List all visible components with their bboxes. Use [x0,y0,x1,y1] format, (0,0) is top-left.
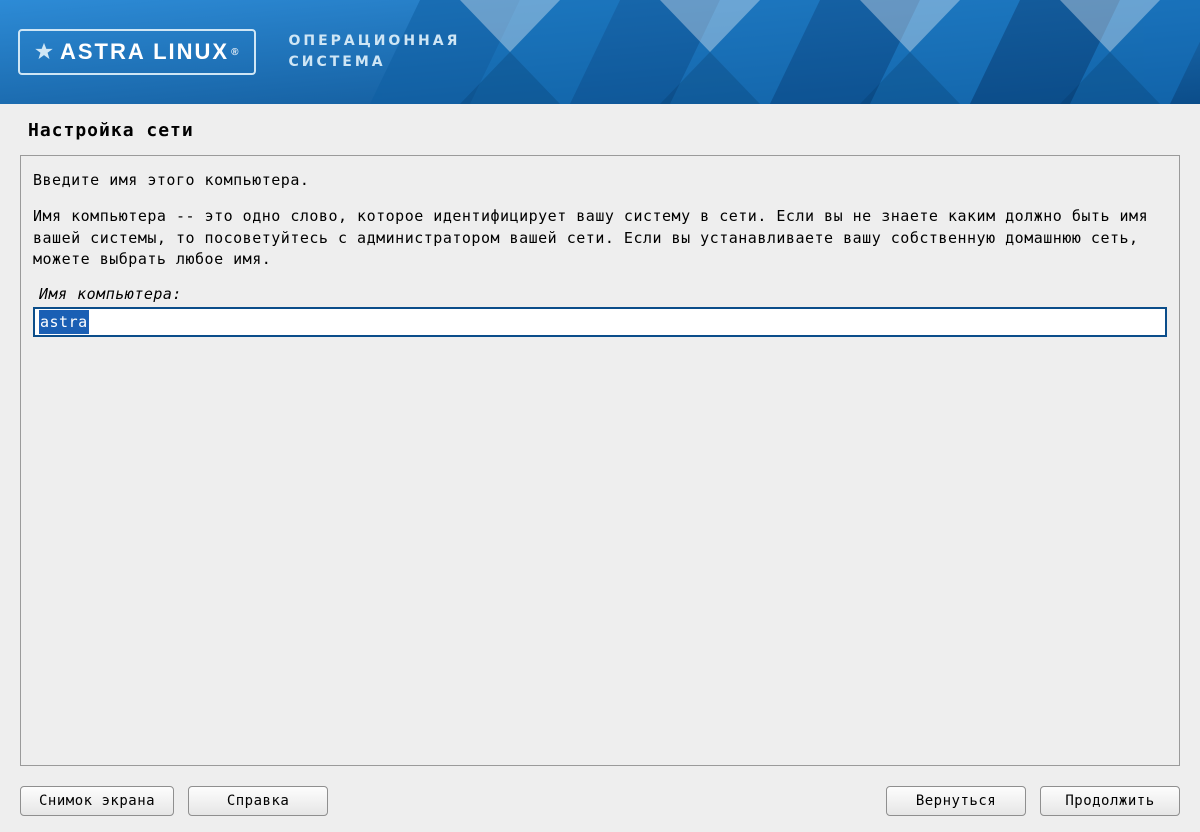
help-text: Имя компьютера -- это одно слово, которо… [33,206,1167,271]
hostname-input[interactable]: astra [33,307,1167,337]
subtitle-line-1: ОПЕРАЦИОННАЯ [288,31,460,52]
back-button[interactable]: Вернуться [886,786,1026,816]
star-icon [34,42,54,62]
logo-text: ASTRA LINUX [60,39,229,65]
hostname-label: Имя компьютера: [39,285,1167,303]
subtitle-line-2: СИСТЕМА [288,52,460,73]
intro-text: Введите имя этого компьютера. [33,170,1167,192]
help-button[interactable]: Справка [188,786,328,816]
header-banner: ASTRA LINUX® ОПЕРАЦИОННАЯ СИСТЕМА [0,0,1200,104]
brand-subtitle: ОПЕРАЦИОННАЯ СИСТЕМА [288,31,460,73]
main-panel: Введите имя этого компьютера. Имя компью… [20,155,1180,766]
brand-logo: ASTRA LINUX® [18,29,256,75]
registered-mark: ® [231,47,240,58]
page-title: Настройка сети [20,104,1180,155]
hostname-value: astra [39,310,89,334]
button-row: Снимок экрана Справка Вернуться Продолжи… [20,766,1180,816]
continue-button[interactable]: Продолжить [1040,786,1180,816]
screenshot-button[interactable]: Снимок экрана [20,786,174,816]
